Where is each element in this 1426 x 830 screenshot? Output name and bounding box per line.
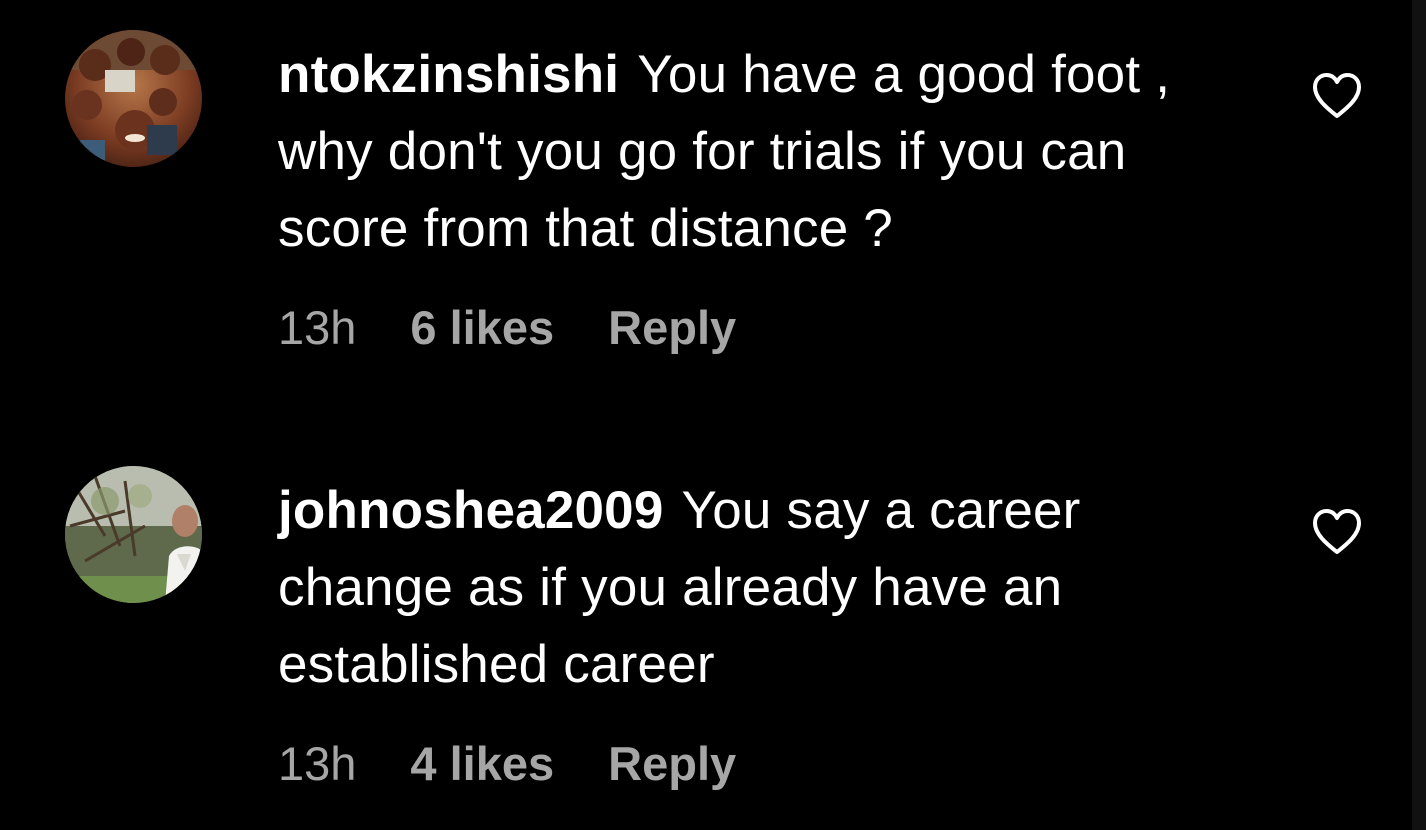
avatar[interactable] bbox=[65, 466, 202, 603]
comment-likes-count[interactable]: 6 likes bbox=[410, 300, 554, 355]
comment-body: johnoshea2009 You say a career change as … bbox=[278, 472, 1268, 703]
avatar[interactable] bbox=[65, 30, 202, 167]
comment-username[interactable]: ntokzinshishi bbox=[278, 45, 619, 104]
heart-outline-icon[interactable] bbox=[1311, 72, 1363, 120]
window-edge bbox=[1412, 0, 1426, 830]
reply-button[interactable]: Reply bbox=[608, 736, 736, 791]
group-photo-avatar-image bbox=[65, 30, 202, 167]
outdoor-portrait-avatar-image bbox=[65, 466, 202, 603]
comment-meta: 13h 4 likes Reply bbox=[278, 736, 736, 791]
comment-likes-count[interactable]: 4 likes bbox=[410, 736, 554, 791]
reply-button[interactable]: Reply bbox=[608, 300, 736, 355]
heart-outline-icon[interactable] bbox=[1311, 508, 1363, 556]
comment-timestamp: 13h bbox=[278, 737, 357, 790]
comment-body: ntokzinshishi You have a good foot , why … bbox=[278, 36, 1268, 267]
comment-username[interactable]: johnoshea2009 bbox=[278, 481, 664, 540]
comment-timestamp: 13h bbox=[278, 301, 357, 354]
comment-meta: 13h 6 likes Reply bbox=[278, 300, 736, 355]
